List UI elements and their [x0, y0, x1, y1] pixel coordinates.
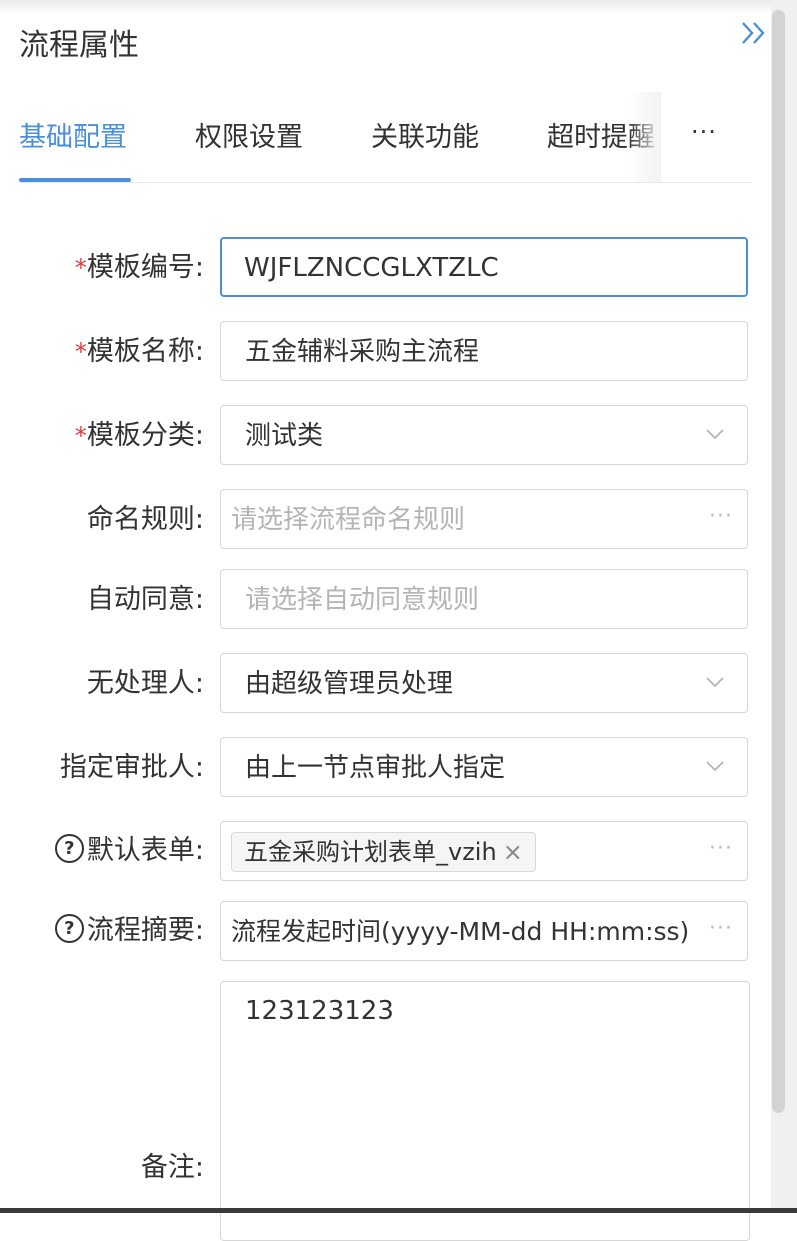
selected-form-tag: 五金采购计划表单_vzih × — [231, 832, 536, 872]
required-mark: * — [74, 338, 87, 366]
summary-label: ? 流程摘要: — [54, 911, 204, 951]
chevron-down-icon — [706, 429, 724, 440]
remark-value: 123123123 — [245, 996, 394, 1026]
default-form-input[interactable]: 五金采购计划表单_vzih × ··· — [220, 821, 748, 881]
tab-basic-config[interactable]: 基础配置 — [19, 118, 127, 158]
tab-permission-settings[interactable]: 权限设置 — [195, 118, 303, 158]
template-name-label: *模板名称: — [74, 336, 204, 367]
template-code-value: WJFLZNCCGLXTZLC — [244, 253, 499, 283]
auto-approve-placeholder: 请选择自动同意规则 — [245, 585, 480, 615]
tab-more-button[interactable]: ··· — [691, 118, 717, 146]
template-category-select[interactable]: 测试类 — [220, 405, 748, 465]
template-category-label: *模板分类: — [74, 420, 204, 451]
tab-related-functions[interactable]: 关联功能 — [371, 118, 479, 158]
default-form-label: ? 默认表单: — [54, 831, 204, 871]
summary-value: 流程发起时间(yyyy-MM-dd HH:mm:ss) — [231, 917, 690, 946]
ellipsis-icon[interactable]: ··· — [709, 836, 733, 861]
naming-rule-placeholder: 请选择流程命名规则 — [231, 505, 466, 535]
auto-approve-input[interactable]: 请选择自动同意规则 — [220, 569, 748, 629]
tab-overflow-fade — [629, 92, 661, 182]
naming-rule-input[interactable]: 请选择流程命名规则 ··· — [220, 489, 748, 549]
naming-rule-label: 命名规则: — [86, 504, 204, 535]
help-icon[interactable]: ? — [54, 834, 84, 863]
required-mark: * — [74, 254, 87, 282]
top-shadow — [0, 0, 797, 14]
bottom-edge — [0, 1208, 797, 1213]
assign-approver-label: 指定审批人: — [59, 752, 204, 783]
required-mark: * — [74, 422, 87, 450]
ellipsis-icon[interactable]: ··· — [709, 916, 733, 941]
collapse-panel-icon[interactable] — [739, 18, 769, 48]
summary-input[interactable]: 流程发起时间(yyyy-MM-dd HH:mm:ss) ··· — [220, 901, 748, 961]
template-code-label: *模板编号: — [74, 252, 204, 283]
template-code-input[interactable]: WJFLZNCCGLXTZLC — [220, 237, 748, 297]
chevron-down-icon — [706, 761, 724, 772]
ellipsis-icon[interactable]: ··· — [709, 504, 733, 529]
scrollbar-thumb[interactable] — [772, 10, 785, 1113]
template-name-value: 五金辅料采购主流程 — [245, 337, 480, 367]
auto-approve-label: 自动同意: — [86, 584, 204, 615]
help-icon[interactable]: ? — [54, 914, 84, 943]
panel-title: 流程属性 — [19, 28, 139, 63]
selected-form-tag-label: 五金采购计划表单_vzih — [244, 838, 497, 866]
template-category-value: 测试类 — [245, 421, 324, 451]
tab-bar: 基础配置 权限设置 关联功能 超时提醒 ··· — [19, 92, 751, 184]
no-handler-value: 由超级管理员处理 — [245, 669, 454, 699]
assign-approver-select[interactable]: 由上一节点审批人指定 — [220, 737, 748, 797]
tab-divider — [19, 182, 751, 183]
no-handler-select[interactable]: 由超级管理员处理 — [220, 653, 748, 713]
assign-approver-value: 由上一节点审批人指定 — [245, 753, 506, 783]
remark-textarea[interactable]: 123123123 — [220, 981, 750, 1241]
chevron-down-icon — [706, 677, 724, 688]
remark-label: 备注: — [140, 1152, 204, 1183]
close-icon[interactable]: × — [503, 838, 523, 866]
template-name-input[interactable]: 五金辅料采购主流程 — [220, 321, 748, 381]
no-handler-label: 无处理人: — [86, 668, 204, 699]
